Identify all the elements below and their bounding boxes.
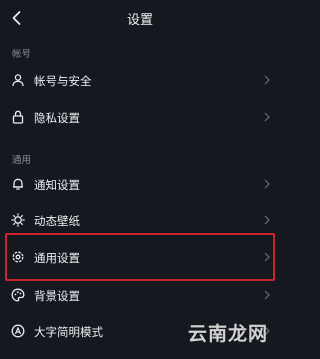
settings-item-label: 背景设置 <box>34 289 80 303</box>
chevron-right-icon <box>264 215 270 225</box>
settings-item-label: 大字简明模式 <box>34 325 103 339</box>
highlight-box <box>5 233 275 281</box>
font-size-icon <box>11 324 25 338</box>
top-bar: 设置 <box>0 0 280 36</box>
lock-icon <box>12 110 24 124</box>
settings-item-privacy[interactable]: 隐私设置 <box>0 101 280 135</box>
page-title: 设置 <box>126 13 153 28</box>
wallpaper-icon <box>11 213 25 227</box>
chevron-right-icon <box>264 112 270 122</box>
settings-item-account-security[interactable]: 帐号与安全 <box>0 64 280 98</box>
settings-item-label: 隐私设置 <box>34 111 80 125</box>
settings-item-notifications[interactable]: 通知设置 <box>0 168 280 202</box>
section-header-account: 帐号 <box>12 49 32 60</box>
chevron-right-icon <box>264 75 270 85</box>
palette-icon <box>11 288 25 302</box>
chevron-right-icon <box>264 290 270 300</box>
chevron-right-icon <box>264 179 270 189</box>
user-icon <box>12 74 24 87</box>
watermark: 云南龙网 <box>187 323 268 345</box>
settings-item-label: 帐号与安全 <box>34 74 92 88</box>
bell-icon <box>13 178 23 190</box>
settings-item-label: 动态壁纸 <box>34 214 80 228</box>
settings-item-label: 通知设置 <box>34 178 80 192</box>
section-header-general: 通用 <box>12 155 32 166</box>
settings-item-background[interactable]: 背景设置 <box>0 279 280 313</box>
